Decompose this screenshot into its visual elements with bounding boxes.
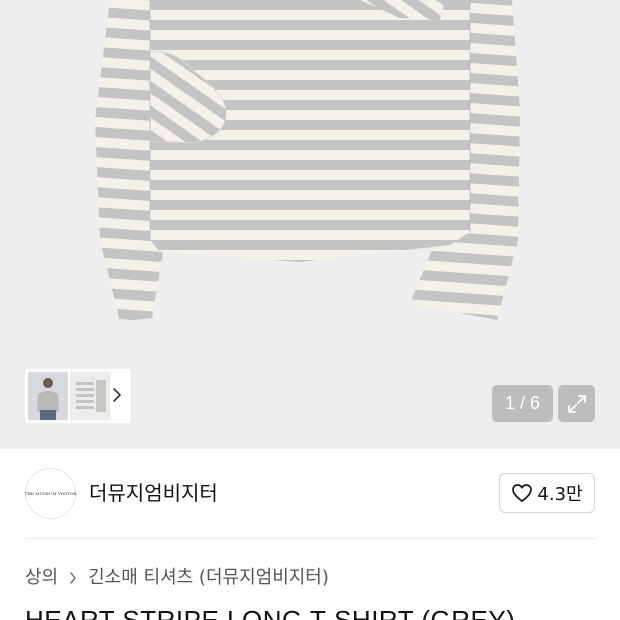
breadcrumb: 상의 긴소매 티셔츠 (더뮤지엄비지터) bbox=[25, 564, 329, 592]
breadcrumb-item-category[interactable]: 상의 bbox=[25, 564, 58, 592]
image-pager: 1 / 6 bbox=[492, 385, 553, 422]
brand-logo[interactable]: THE MUSEUM VISITOR bbox=[25, 468, 76, 519]
heart-outline-icon bbox=[512, 484, 533, 502]
divider bbox=[25, 538, 595, 539]
like-button[interactable]: 4.3만 bbox=[499, 473, 595, 513]
thumbnail-garment[interactable] bbox=[70, 372, 110, 420]
breadcrumb-item-subcategory[interactable]: 긴소매 티셔츠 (더뮤지엄비지터) bbox=[88, 564, 329, 592]
product-image-gallery[interactable]: 1 / 6 bbox=[0, 0, 620, 449]
like-count: 4.3만 bbox=[537, 484, 583, 505]
expand-icon bbox=[567, 394, 586, 413]
brand-name[interactable]: 더뮤지엄비지터 bbox=[89, 478, 218, 508]
chevron-right-icon[interactable] bbox=[110, 384, 124, 406]
brand-logo-text: THE MUSEUM VISITOR bbox=[24, 491, 77, 496]
thumbnail-strip[interactable] bbox=[25, 369, 131, 423]
expand-button[interactable] bbox=[558, 385, 595, 422]
chevron-right-icon bbox=[68, 570, 78, 586]
product-title: HEART STRIPE LONG T-SHIRT (GREY) bbox=[25, 605, 516, 620]
thumbnail-model[interactable] bbox=[28, 372, 68, 420]
